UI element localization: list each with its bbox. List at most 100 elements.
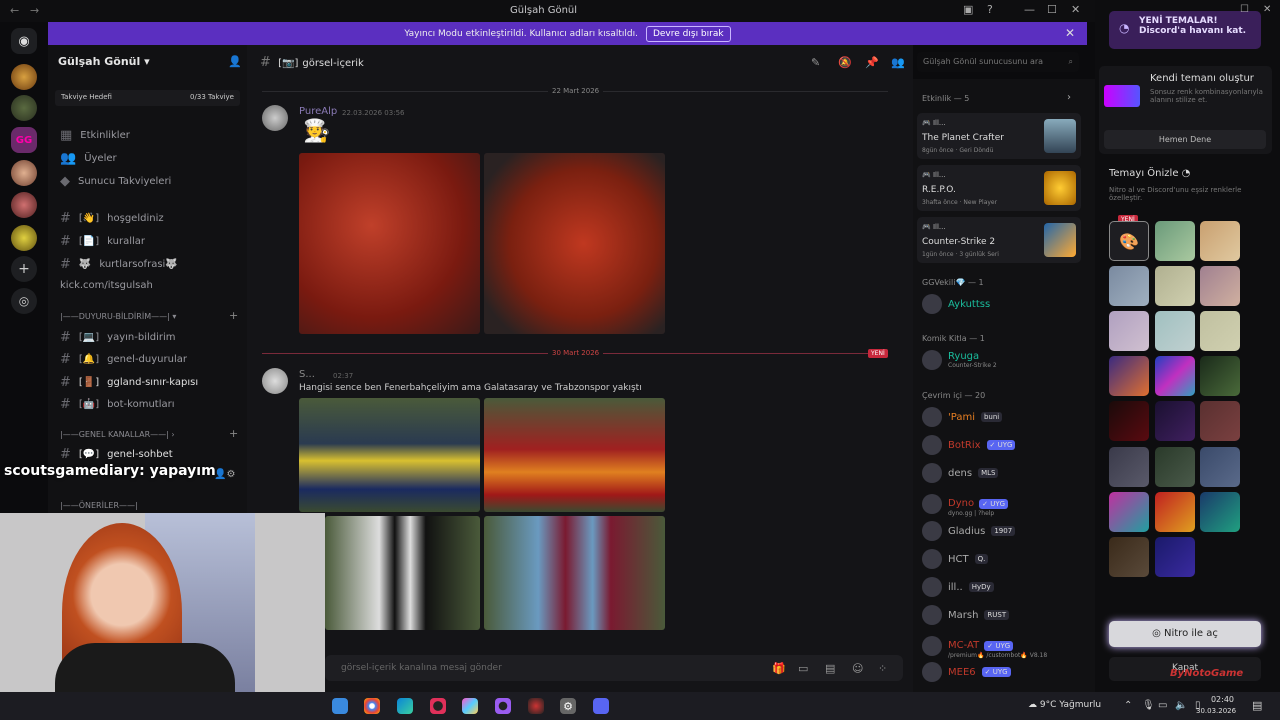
channel-item[interactable]: # [📄] kurallar xyxy=(60,234,145,249)
maximize-icon[interactable]: ☐ xyxy=(1047,3,1057,16)
theme-swatch[interactable] xyxy=(1155,311,1195,351)
theme-swatch[interactable] xyxy=(1200,221,1240,261)
theme-swatch[interactable] xyxy=(1109,537,1149,577)
mute-icon[interactable]: 🔕 xyxy=(838,56,852,69)
theme-swatch[interactable] xyxy=(1200,266,1240,306)
theme-swatch[interactable] xyxy=(1155,447,1195,487)
app-icon[interactable] xyxy=(462,698,478,714)
nav-events[interactable]: ▦ Etkinlikler xyxy=(60,128,130,143)
activity-card[interactable]: 🎮 Ill... R.E.P.O. 3hafta önce · New Player xyxy=(917,165,1081,211)
theme-swatch[interactable] xyxy=(1109,492,1149,532)
member-item[interactable]: Aykuttss xyxy=(922,294,990,314)
back-icon[interactable]: ← xyxy=(10,4,19,17)
channel-item[interactable]: # [💬] genel-sohbet xyxy=(60,447,173,462)
channel-item[interactable]: # 🐺 kurtlarsofrasi🐺 xyxy=(60,257,178,272)
channel-item[interactable]: # [🔔] genel-duyurular xyxy=(60,352,187,367)
inbox-icon[interactable]: ▣ xyxy=(963,3,973,16)
custom-theme-swatch[interactable]: 🎨 xyxy=(1109,221,1149,261)
apps-icon[interactable]: ⁘ xyxy=(878,662,887,675)
mic-icon[interactable]: 🎙 xyxy=(1142,700,1155,711)
theme-swatch[interactable] xyxy=(1109,447,1149,487)
threads-icon[interactable]: ✎ xyxy=(811,56,820,69)
close-icon[interactable]: ✕ xyxy=(1263,4,1271,15)
theme-swatch[interactable] xyxy=(1109,401,1149,441)
obs-icon[interactable] xyxy=(495,698,511,714)
theme-swatch[interactable] xyxy=(1155,401,1195,441)
gift-icon[interactable]: 🎁 xyxy=(772,662,786,675)
message-input[interactable]: görsel-içerik kanalına mesaj gönder xyxy=(325,655,903,681)
image-attachment[interactable] xyxy=(299,153,480,334)
theme-swatch[interactable] xyxy=(1109,311,1149,351)
theme-swatch[interactable] xyxy=(1155,537,1195,577)
unlock-with-nitro-button[interactable]: ◎ Nitro ile aç xyxy=(1109,621,1261,647)
opera-icon[interactable] xyxy=(430,698,446,714)
channel-item[interactable]: # [🚪] ggland-sınır-kapısı xyxy=(60,375,198,390)
new-themes-promo[interactable]: ◔ YENİ TEMALAR! Discord'a havanı kat. xyxy=(1109,11,1261,49)
user-settings-icon[interactable]: 👤⚙ xyxy=(214,469,235,480)
nav-boosts[interactable]: ◆ Sunucu Takviyeleri xyxy=(60,174,171,189)
theme-swatch[interactable] xyxy=(1200,401,1240,441)
sticker-icon[interactable]: ▤ xyxy=(825,662,835,675)
discover-icon[interactable]: ◎ xyxy=(11,288,37,314)
maximize-icon[interactable]: ☐ xyxy=(1240,4,1249,15)
server-icon[interactable] xyxy=(11,192,37,218)
edge-icon[interactable] xyxy=(397,698,413,714)
close-icon[interactable]: ✕ xyxy=(1071,3,1080,16)
category-general[interactable]: |——GENEL KANALLAR——| › xyxy=(60,430,175,439)
theme-swatch[interactable] xyxy=(1200,356,1240,396)
avatar[interactable] xyxy=(262,368,288,394)
theme-swatch[interactable] xyxy=(1155,221,1195,261)
avatar[interactable] xyxy=(262,105,288,131)
boost-goal[interactable]: Takviye Hedefi 0/33 Takviye xyxy=(55,90,240,106)
theme-swatch[interactable] xyxy=(1109,356,1149,396)
add-channel-icon[interactable]: + xyxy=(229,309,238,322)
image-attachment[interactable] xyxy=(484,153,665,334)
member-item[interactable]: Marsh RUST xyxy=(922,605,1010,625)
help-icon[interactable]: ? xyxy=(987,3,993,16)
chrome-icon[interactable] xyxy=(364,698,380,714)
app-icon[interactable] xyxy=(528,698,544,714)
image-attachment[interactable] xyxy=(325,516,480,630)
weather[interactable]: ☁ 9°C Yağmurlu xyxy=(1028,700,1101,710)
server-icon-gg[interactable]: GG xyxy=(11,127,37,153)
channel-link[interactable]: kick.com/itsgulsah xyxy=(60,280,153,291)
gif-icon[interactable]: ▭ xyxy=(798,662,808,675)
search-input[interactable]: Gülşah Gönül sunucusunu ara ⌕ xyxy=(917,52,1079,72)
image-attachment[interactable] xyxy=(484,516,665,630)
activity-card[interactable]: 🎮 Ill... The Planet Crafter 8gün önce · Ge… xyxy=(917,113,1081,159)
member-list-icon[interactable]: 👥 xyxy=(891,56,905,69)
server-name[interactable]: Gülşah Gönül ▾ xyxy=(58,55,150,68)
message-author[interactable]: PureAlp xyxy=(299,106,337,117)
pin-icon[interactable]: 📌 xyxy=(865,56,879,69)
disable-button[interactable]: Devre dışı bırak xyxy=(645,25,731,42)
invite-icon[interactable]: 👤 xyxy=(228,55,242,68)
nav-members[interactable]: 👥 Üyeler xyxy=(60,151,117,166)
notifications-icon[interactable]: ▤ xyxy=(1252,699,1262,712)
member-item[interactable]: 'Pami buni xyxy=(922,407,1003,427)
category-announcements[interactable]: |——DUYURU-BİLDİRİM——| ▾ xyxy=(60,312,176,321)
member-item[interactable]: MC-AT ✓ UYG/premium🔥 /custombot🔥 V8.18 xyxy=(922,633,1047,659)
member-item[interactable]: Dyno ✓ UYG dyno.gg | ?help xyxy=(922,491,1009,517)
member-item[interactable]: MEE6 ✓ UYG xyxy=(922,662,1011,682)
minimize-icon[interactable]: — xyxy=(1024,3,1035,16)
channel-item[interactable]: # [💻] yayın-bildirim xyxy=(60,330,176,345)
server-icon[interactable] xyxy=(11,95,37,121)
network-icon[interactable]: ▭ xyxy=(1158,700,1167,711)
activity-card[interactable]: 🎮 Ill... Counter-Strike 2 1gün önce · 3 gü… xyxy=(917,217,1081,263)
file-explorer-icon[interactable] xyxy=(332,698,348,714)
try-now-button[interactable]: Hemen Dene xyxy=(1104,130,1266,149)
tray-chevron-icon[interactable]: ⌃ xyxy=(1124,700,1132,711)
server-icon[interactable] xyxy=(11,225,37,251)
category-suggestions[interactable]: |——ÖNERİLER——| xyxy=(60,501,138,510)
forward-icon[interactable]: → xyxy=(30,4,39,17)
message-author[interactable]: S... xyxy=(299,369,315,380)
clock-date[interactable]: 30.03.2026 xyxy=(1196,707,1236,715)
image-attachment[interactable] xyxy=(484,398,665,512)
discord-home-icon[interactable]: ◉ xyxy=(11,28,37,54)
add-channel-icon[interactable]: + xyxy=(229,427,238,440)
clock-time[interactable]: 02:40 xyxy=(1204,695,1234,704)
member-item[interactable]: Gladius 1907 xyxy=(922,521,1016,541)
server-icon[interactable] xyxy=(11,160,37,186)
speaker-icon[interactable]: 🔈 xyxy=(1175,700,1187,711)
member-item[interactable]: HCT Q. xyxy=(922,549,989,569)
